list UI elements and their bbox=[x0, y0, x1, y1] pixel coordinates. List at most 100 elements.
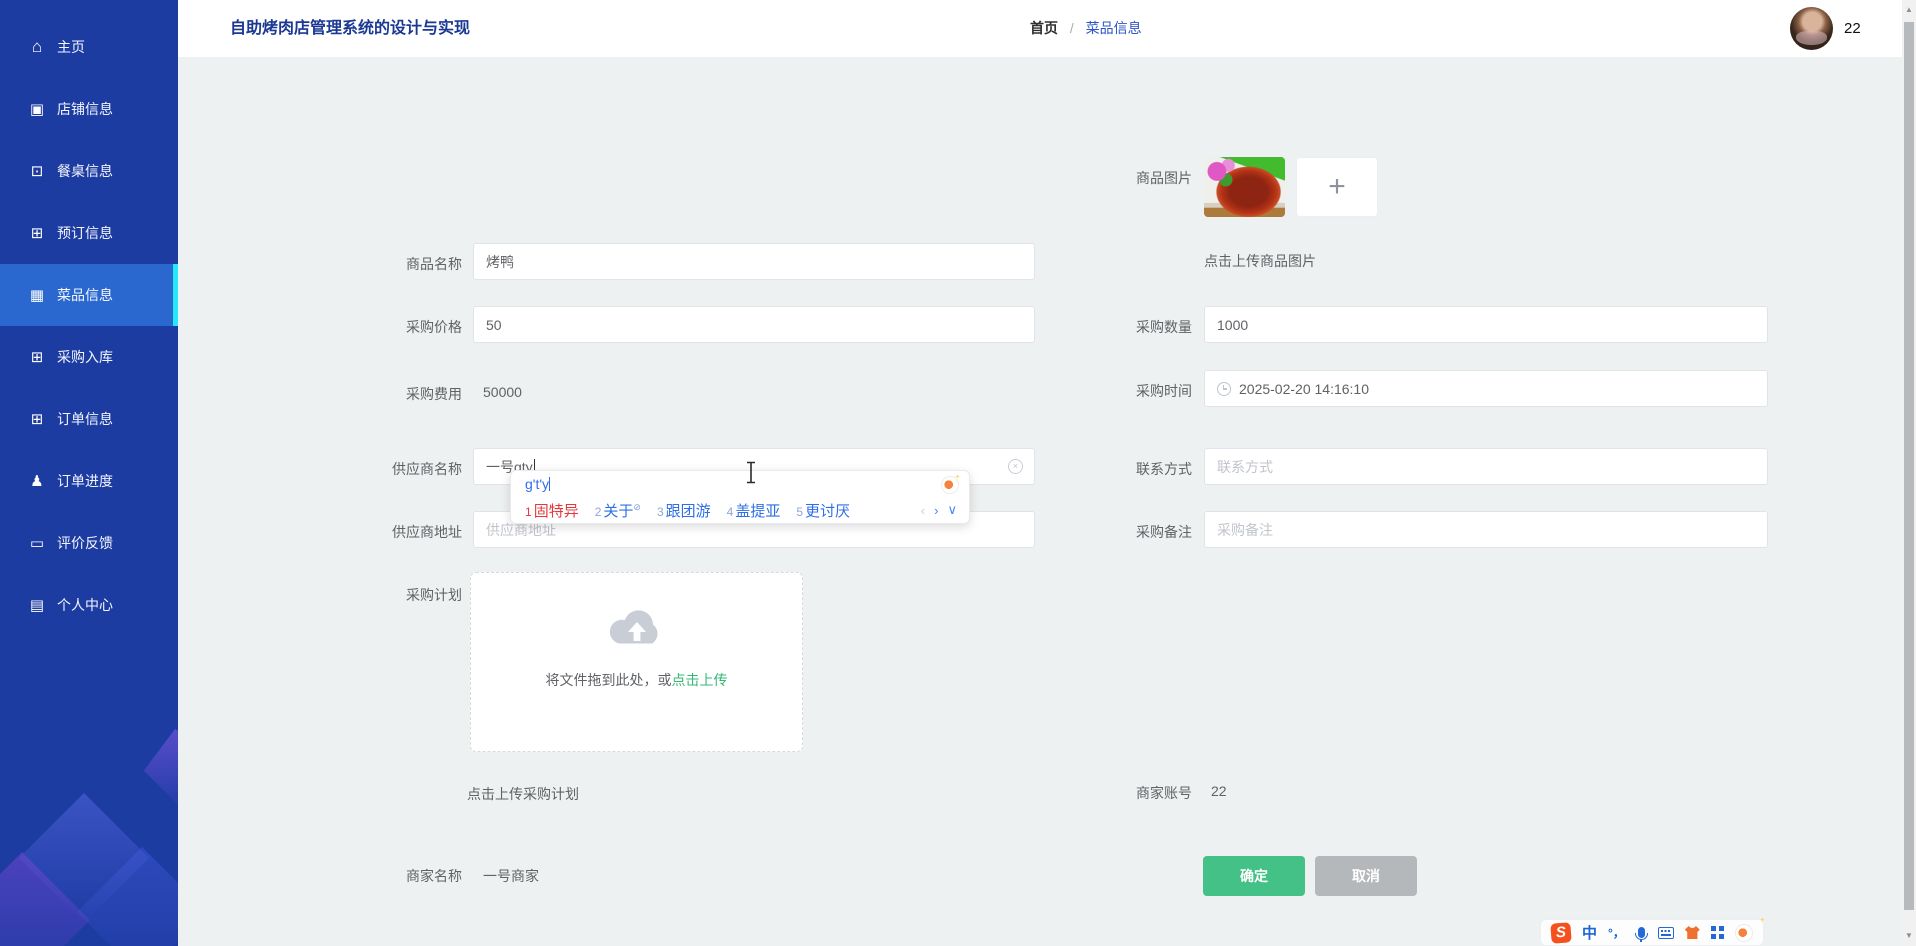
ime-candidate[interactable]: 5 更讨厌 bbox=[796, 500, 850, 521]
candidate-text: 跟团游 bbox=[665, 503, 711, 520]
product-name-label: 商品名称 bbox=[406, 256, 462, 272]
assistant-mascot-icon[interactable] bbox=[1734, 923, 1753, 942]
page: 主页 店铺信息 餐桌信息 预订信息 菜品信息 采购入库 订单信息 bbox=[0, 0, 1916, 946]
merchant-name-label: 商家名称 bbox=[406, 868, 462, 884]
purchase-icon bbox=[28, 348, 46, 366]
product-image-thumbnail[interactable] bbox=[1204, 157, 1285, 217]
sidebar-item-label: 订单进度 bbox=[57, 473, 113, 489]
sidebar-item-order-info[interactable]: 订单信息 bbox=[0, 388, 178, 450]
sidebar-item-feedback[interactable]: 评价反馈 bbox=[0, 512, 178, 574]
vertical-scrollbar[interactable]: ▲ ▼ bbox=[1902, 0, 1916, 946]
purchase-price-label: 采购价格 bbox=[406, 319, 462, 335]
merchant-account-value: 22 bbox=[1211, 783, 1227, 799]
upload-cloud-icon bbox=[609, 610, 658, 644]
product-image-label: 商品图片 bbox=[1136, 170, 1192, 186]
ime-caret bbox=[549, 477, 551, 491]
candidate-text: 关于 bbox=[603, 503, 634, 520]
sidebar-item-label: 餐桌信息 bbox=[57, 163, 113, 179]
scroll-down-icon[interactable]: ▼ bbox=[1902, 928, 1916, 944]
sidebar: 主页 店铺信息 餐桌信息 预订信息 菜品信息 采购入库 订单信息 bbox=[0, 0, 178, 946]
scrollbar-thumb[interactable] bbox=[1904, 22, 1914, 910]
breadcrumb: 首页 / 菜品信息 bbox=[1030, 0, 1142, 57]
sidebar-item-label: 店铺信息 bbox=[57, 101, 113, 117]
ime-candidate-window: g't'y 1 固特异 2 关于⊘ 3 跟团游 4 盖提亚 5 更讨厌 ‹ › ∨ bbox=[510, 470, 970, 524]
supplier-address-label: 供应商地址 bbox=[392, 524, 462, 540]
purchase-plan-hint: 点击上传采购计划 bbox=[467, 786, 579, 802]
decorative-cube bbox=[143, 728, 178, 808]
candidate-text: 更讨厌 bbox=[805, 503, 851, 520]
sidebar-item-dish-info[interactable]: 菜品信息 bbox=[0, 264, 178, 326]
sidebar-item-profile[interactable]: 个人中心 bbox=[0, 574, 178, 636]
purchase-time-input[interactable]: 2025-02-20 14:16:10 bbox=[1204, 370, 1768, 407]
next-page-icon[interactable]: › bbox=[934, 503, 938, 518]
feedback-icon bbox=[28, 534, 46, 552]
ime-composition-text: g't'y bbox=[525, 476, 550, 492]
supplier-name-label: 供应商名称 bbox=[392, 461, 462, 477]
header: 自助烤肉店管理系统的设计与实现 首页 / 菜品信息 22 bbox=[178, 0, 1902, 57]
keyboard-icon[interactable] bbox=[1657, 926, 1674, 939]
sidebar-nav: 主页 店铺信息 餐桌信息 预订信息 菜品信息 采购入库 订单信息 bbox=[0, 0, 178, 636]
sidebar-item-label: 订单信息 bbox=[57, 411, 113, 427]
purchase-plan-label: 采购计划 bbox=[406, 587, 462, 603]
sidebar-item-label: 菜品信息 bbox=[57, 287, 113, 303]
ime-candidate[interactable]: 1 固特异 bbox=[525, 500, 579, 521]
sidebar-item-reservation-info[interactable]: 预订信息 bbox=[0, 202, 178, 264]
skin-icon[interactable] bbox=[1684, 926, 1700, 939]
product-name-input[interactable] bbox=[473, 243, 1035, 280]
contact-input[interactable] bbox=[1204, 448, 1768, 485]
click-upload-link[interactable]: 点击上传 bbox=[672, 672, 728, 688]
profile-icon bbox=[28, 596, 46, 614]
purchase-cost-label: 采购费用 bbox=[406, 386, 462, 402]
ime-mode-chinese[interactable]: 中 bbox=[1582, 922, 1597, 943]
product-image-hint: 点击上传商品图片 bbox=[1204, 253, 1316, 269]
sidebar-item-label: 预订信息 bbox=[57, 225, 113, 241]
breadcrumb-home[interactable]: 首页 bbox=[1030, 20, 1058, 36]
sidebar-item-purchase-inbound[interactable]: 采购入库 bbox=[0, 326, 178, 388]
purchase-note-input[interactable] bbox=[1204, 511, 1768, 548]
ime-candidate[interactable]: 4 盖提亚 bbox=[727, 500, 781, 521]
page-title: 自助烤肉店管理系统的设计与实现 bbox=[230, 20, 471, 37]
confirm-button[interactable]: 确定 bbox=[1203, 856, 1305, 896]
merchant-name-value: 一号商家 bbox=[483, 868, 539, 884]
user-avatar[interactable] bbox=[1790, 7, 1833, 50]
sidebar-item-table-info[interactable]: 餐桌信息 bbox=[0, 140, 178, 202]
sidebar-item-label: 评价反馈 bbox=[57, 535, 113, 551]
dish-icon bbox=[28, 286, 46, 304]
ime-candidate[interactable]: 3 跟团游 bbox=[657, 500, 711, 521]
progress-icon bbox=[28, 472, 46, 490]
purchase-price-input[interactable] bbox=[473, 306, 1035, 343]
ime-toolbar: S 中 °， bbox=[1540, 919, 1764, 946]
sidebar-item-order-progress[interactable]: 订单进度 bbox=[0, 450, 178, 512]
punctuation-mode-icon[interactable]: °， bbox=[1608, 924, 1625, 941]
purchase-time-value: 2025-02-20 14:16:10 bbox=[1239, 380, 1369, 397]
order-icon bbox=[28, 410, 46, 428]
candidate-mark-icon: ⊘ bbox=[633, 502, 641, 512]
clock-icon bbox=[1217, 381, 1231, 396]
ime-composition: g't'y bbox=[525, 476, 551, 492]
scroll-up-icon[interactable]: ▲ bbox=[1902, 2, 1916, 18]
purchase-plan-dropzone[interactable]: 将文件拖到此处，或点击上传 bbox=[470, 572, 803, 752]
sogou-logo-icon[interactable]: S bbox=[1550, 921, 1572, 944]
candidate-text: 固特异 bbox=[533, 503, 579, 520]
merchant-account-label: 商家账号 bbox=[1136, 785, 1192, 801]
microphone-icon[interactable] bbox=[1634, 927, 1648, 942]
add-image-button[interactable]: + bbox=[1296, 157, 1378, 217]
reservation-icon bbox=[28, 224, 46, 242]
breadcrumb-current[interactable]: 菜品信息 bbox=[1086, 20, 1142, 36]
upload-drag-text: 将文件拖到此处，或点击上传 bbox=[471, 670, 802, 690]
clear-icon[interactable]: × bbox=[1008, 459, 1023, 474]
prev-page-icon[interactable]: ‹ bbox=[921, 503, 925, 518]
ime-paging: ‹ › ∨ bbox=[921, 502, 957, 518]
toolbox-grid-icon[interactable] bbox=[1710, 926, 1716, 931]
ime-mascot-icon[interactable] bbox=[941, 476, 959, 494]
sidebar-item-label: 主页 bbox=[57, 39, 85, 55]
sidebar-item-home[interactable]: 主页 bbox=[0, 16, 178, 78]
candidate-number: 5 bbox=[796, 505, 804, 519]
sidebar-item-shop-info[interactable]: 店铺信息 bbox=[0, 78, 178, 140]
purchase-qty-input[interactable] bbox=[1204, 306, 1768, 343]
cancel-button[interactable]: 取消 bbox=[1315, 856, 1417, 896]
ime-candidate-list: 1 固特异 2 关于⊘ 3 跟团游 4 盖提亚 5 更讨厌 bbox=[525, 500, 850, 521]
ime-candidate[interactable]: 2 关于⊘ bbox=[595, 500, 641, 521]
candidate-number: 1 bbox=[525, 505, 532, 519]
expand-icon[interactable]: ∨ bbox=[947, 502, 957, 518]
